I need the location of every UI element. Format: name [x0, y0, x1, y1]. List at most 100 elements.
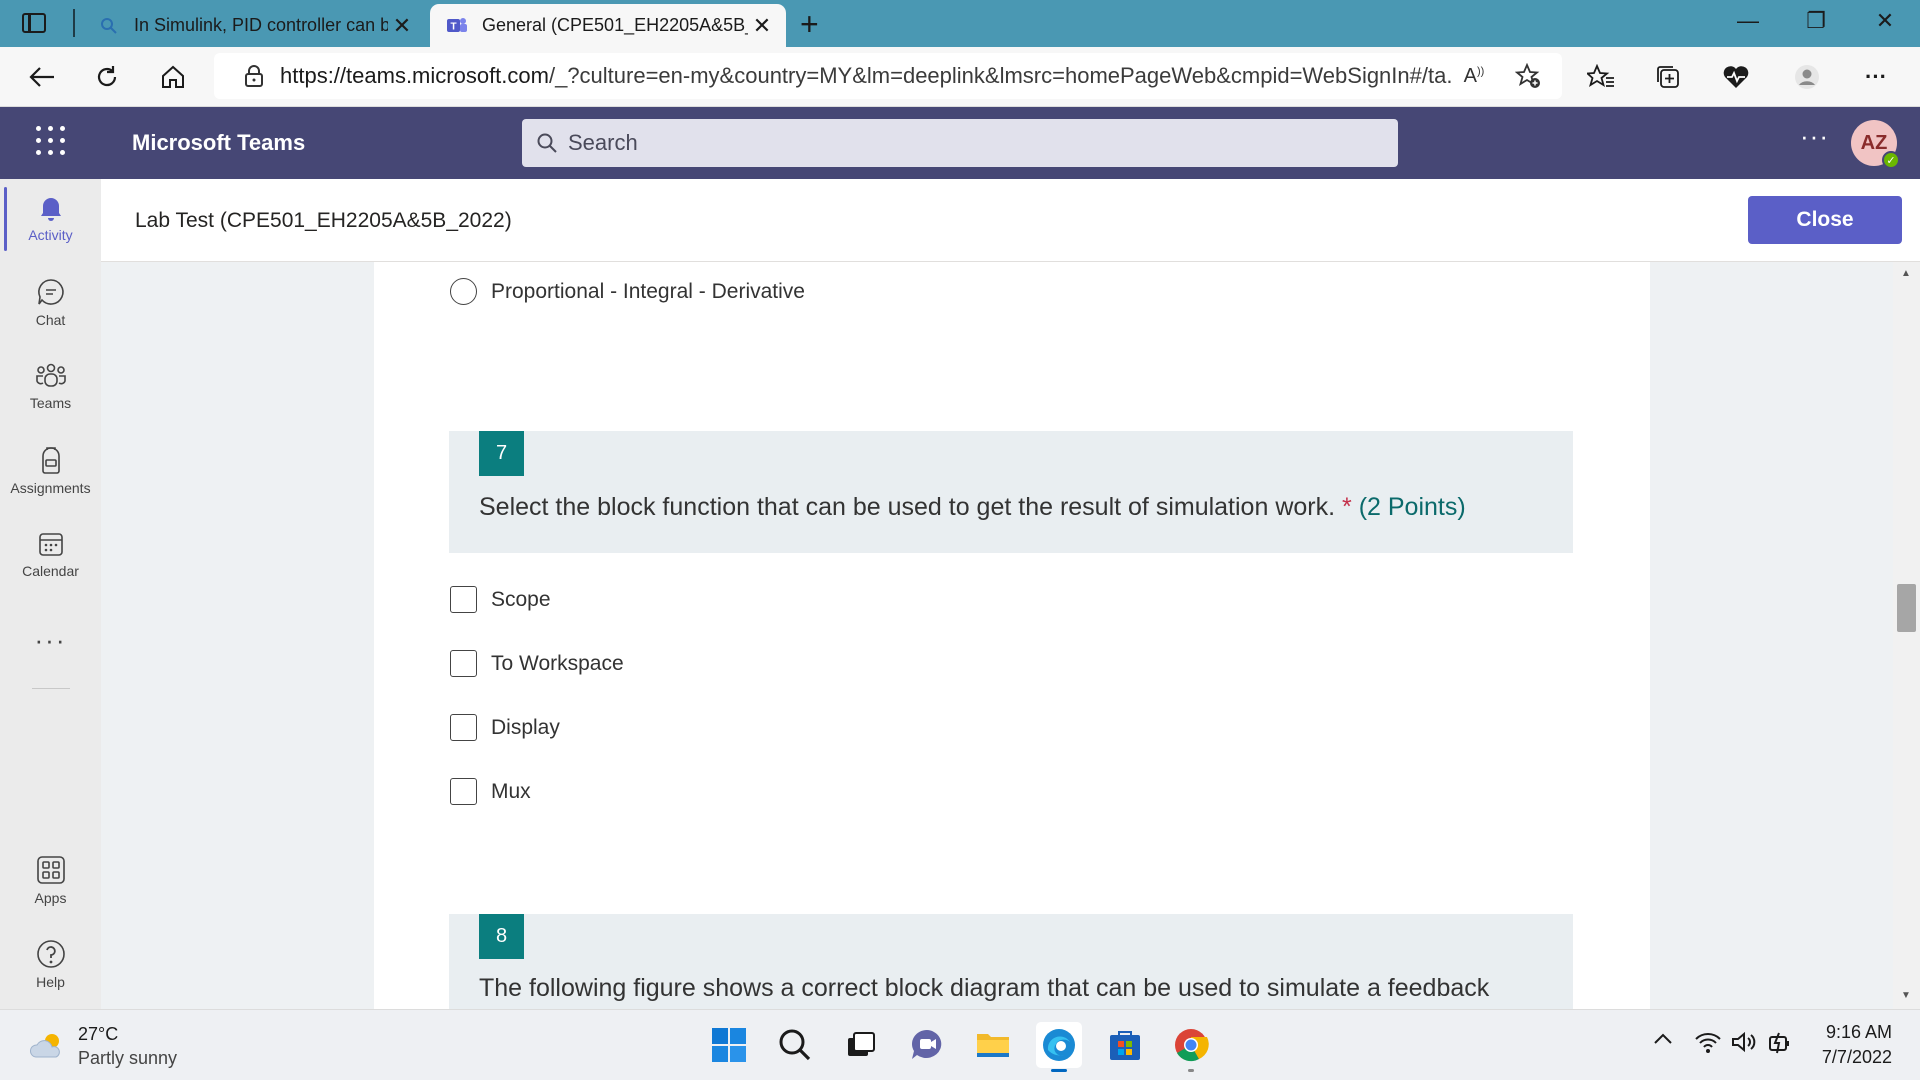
radio-option-pid[interactable]: Proportional - Integral - Derivative	[450, 278, 805, 305]
checkbox-option-display[interactable]: Display	[450, 714, 560, 741]
checkbox[interactable]	[450, 714, 477, 741]
checkbox[interactable]	[450, 778, 477, 805]
health-icon[interactable]	[1718, 59, 1754, 95]
more-options-icon[interactable]: ···	[1800, 121, 1829, 152]
form-card: Proportional - Integral - Derivative 7 S…	[374, 262, 1650, 1009]
teams-chat-icon[interactable]	[904, 1022, 950, 1068]
more-apps-icon[interactable]: ···	[0, 625, 101, 656]
microsoft-store-icon[interactable]	[1102, 1022, 1148, 1068]
required-mark: *	[1342, 493, 1352, 521]
clock-time: 9:16 AM	[1810, 1020, 1892, 1045]
bell-icon	[37, 194, 65, 222]
url-field[interactable]: https://teams.microsoft.com/_?culture=en…	[214, 53, 1562, 99]
window-close-icon[interactable]: ✕	[1870, 8, 1900, 34]
browser-tab-simulink[interactable]: In Simulink, PID controller can be ✕	[88, 4, 426, 47]
tab-actions-icon[interactable]	[22, 13, 46, 33]
address-bar: https://teams.microsoft.com/_?culture=en…	[0, 47, 1920, 107]
scroll-down-icon[interactable]: ▼	[1901, 990, 1911, 1001]
presence-available-icon: ✓	[1882, 151, 1900, 169]
url-text[interactable]: https://teams.microsoft.com/_?culture=en…	[280, 63, 1454, 89]
taskbar-search-icon[interactable]	[772, 1022, 818, 1068]
file-explorer-icon[interactable]	[970, 1022, 1016, 1068]
tab-title: General (CPE501_EH2205A&5B_2	[482, 15, 748, 36]
option-label: Proportional - Integral - Derivative	[491, 280, 805, 304]
favorites-icon[interactable]	[1583, 59, 1619, 95]
app-title: Microsoft Teams	[132, 130, 305, 156]
lock-icon	[244, 64, 264, 88]
option-label: Mux	[491, 780, 531, 804]
chat-icon	[36, 277, 66, 307]
settings-more-icon[interactable]: ···	[1858, 59, 1894, 95]
weather-condition: Partly sunny	[78, 1046, 177, 1070]
volume-icon[interactable]	[1730, 1030, 1760, 1054]
home-icon[interactable]	[155, 59, 191, 95]
weather-widget[interactable]: 27°C Partly sunny	[28, 1022, 177, 1070]
task-view-icon[interactable]	[838, 1022, 884, 1068]
profile-icon[interactable]	[1789, 59, 1825, 95]
radio-button[interactable]	[450, 278, 477, 305]
add-favorite-icon[interactable]	[1508, 63, 1548, 89]
backpack-icon	[37, 445, 65, 475]
minimize-icon[interactable]: —	[1733, 8, 1763, 34]
question-7: 7 Select the block function that can be …	[449, 431, 1573, 553]
browser-tab-general[interactable]: T General (CPE501_EH2205A&5B_2 ✕	[430, 4, 786, 47]
start-icon[interactable]	[706, 1022, 752, 1068]
tab-close-icon[interactable]: ✕	[748, 13, 776, 39]
active-indicator	[1051, 1069, 1067, 1072]
clock-date: 7/7/2022	[1810, 1045, 1892, 1070]
teams-header: Microsoft Teams ··· AZ ✓	[0, 107, 1920, 179]
rail-item-calendar[interactable]: Calendar	[0, 515, 101, 593]
tab-title: In Simulink, PID controller can be	[134, 15, 388, 36]
battery-icon[interactable]	[1766, 1030, 1794, 1056]
option-label: Scope	[491, 588, 551, 612]
teams-favicon-icon: T	[446, 15, 468, 37]
rail-item-teams[interactable]: Teams	[0, 347, 101, 425]
checkbox-option-scope[interactable]: Scope	[450, 586, 551, 613]
tab-close-icon[interactable]: ✕	[388, 13, 416, 39]
checkbox[interactable]	[450, 650, 477, 677]
avatar-initials: AZ	[1861, 132, 1888, 155]
checkbox-option-mux[interactable]: Mux	[450, 778, 531, 805]
collections-icon[interactable]	[1650, 59, 1686, 95]
temperature: 27°C	[78, 1022, 177, 1046]
scroll-up-icon[interactable]: ▲	[1901, 268, 1911, 279]
points-label: (2 Points)	[1359, 493, 1466, 521]
calendar-icon	[37, 530, 65, 558]
question-number: 7	[479, 431, 524, 476]
app-launcher-icon[interactable]	[36, 126, 66, 156]
search-input[interactable]	[568, 130, 1368, 156]
taskbar: 27°C Partly sunny 9:16 AM 7/7/2	[0, 1009, 1920, 1080]
restore-icon[interactable]: ❐	[1801, 8, 1831, 34]
help-icon	[36, 939, 66, 969]
system-clock[interactable]: 9:16 AM 7/7/2022	[1810, 1020, 1892, 1070]
rail-item-apps[interactable]: Apps	[0, 841, 101, 919]
rail-item-chat[interactable]: Chat	[0, 263, 101, 341]
wifi-icon[interactable]	[1694, 1030, 1722, 1054]
option-label: To Workspace	[491, 652, 624, 676]
running-indicator	[1188, 1069, 1194, 1072]
checkbox[interactable]	[450, 586, 477, 613]
search-favicon-icon	[98, 15, 120, 37]
rail-item-activity[interactable]: Activity	[0, 179, 101, 257]
close-button[interactable]: Close	[1748, 196, 1902, 244]
back-icon[interactable]	[24, 59, 60, 95]
scrollbar-thumb[interactable]	[1897, 584, 1916, 632]
chrome-icon[interactable]	[1168, 1022, 1214, 1068]
checkbox-option-to-workspace[interactable]: To Workspace	[450, 650, 624, 677]
apps-icon	[36, 855, 66, 885]
teams-icon	[34, 362, 68, 390]
question-8: 8 The following figure shows a correct b…	[449, 914, 1573, 1009]
search-box[interactable]	[522, 119, 1398, 167]
edge-browser-icon[interactable]	[1036, 1022, 1082, 1068]
new-tab-button[interactable]: +	[800, 6, 819, 43]
show-hidden-icons-icon[interactable]	[1652, 1032, 1674, 1046]
refresh-icon[interactable]	[89, 59, 125, 95]
rail-item-assignments[interactable]: Assignments	[0, 431, 101, 509]
scrollbar[interactable]: ▲ ▼	[1893, 262, 1920, 1009]
partly-sunny-icon	[28, 1030, 66, 1062]
avatar[interactable]: AZ ✓	[1851, 120, 1897, 166]
browser-tab-strip: In Simulink, PID controller can be ✕ T G…	[0, 0, 1920, 47]
read-aloud-icon[interactable]: A))	[1454, 65, 1494, 88]
rail-item-help[interactable]: Help	[0, 925, 101, 1003]
question-text: Select the block function that can be us…	[479, 493, 1466, 522]
